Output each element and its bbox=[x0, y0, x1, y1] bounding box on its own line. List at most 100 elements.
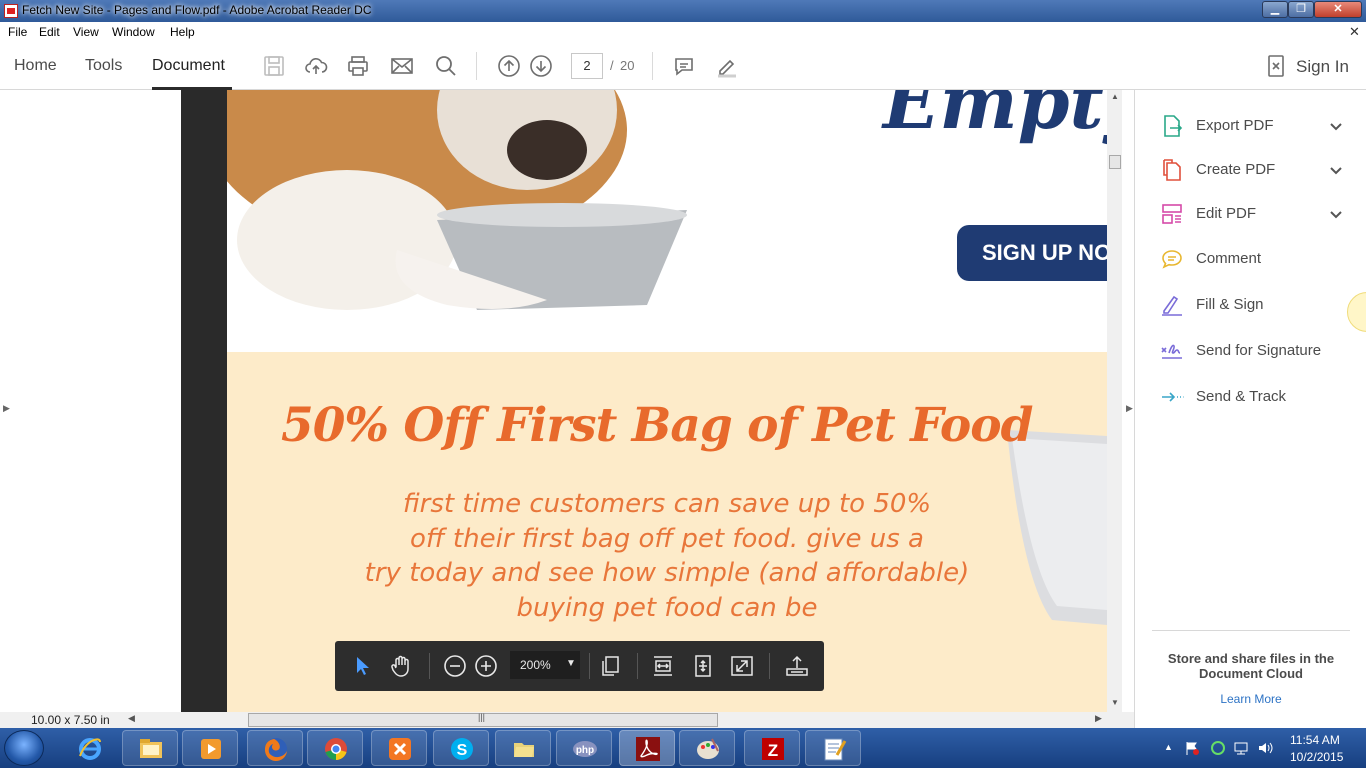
print-icon[interactable] bbox=[346, 54, 370, 78]
select-cursor-icon[interactable] bbox=[351, 654, 375, 678]
tab-tools[interactable]: Tools bbox=[85, 57, 122, 75]
menu-view[interactable]: View bbox=[73, 25, 99, 39]
close-document-icon[interactable]: ✕ bbox=[1349, 24, 1360, 40]
sync-icon[interactable] bbox=[1210, 740, 1226, 756]
page-number-input[interactable]: 2 bbox=[571, 53, 603, 79]
window-title-bar: Fetch New Site - Pages and Flow.pdf - Ad… bbox=[0, 0, 1366, 22]
right-pane-divider bbox=[1152, 630, 1350, 631]
paint-icon bbox=[694, 735, 722, 763]
float-separator bbox=[769, 653, 770, 679]
clock-date[interactable]: 10/2/2015 bbox=[1290, 750, 1343, 764]
show-hidden-icons-icon[interactable]: ▲ bbox=[1164, 742, 1173, 752]
taskbar-php[interactable]: php bbox=[556, 730, 612, 766]
scroll-right-arrow-icon[interactable]: ▶ bbox=[1095, 713, 1102, 724]
tool-label: Export PDF bbox=[1196, 117, 1274, 134]
page-size-readout: 10.00 x 7.50 in bbox=[31, 713, 110, 727]
menu-window[interactable]: Window bbox=[112, 25, 155, 39]
toolbar-separator bbox=[476, 52, 477, 80]
menu-bar: File Edit View Window Help ✕ bbox=[0, 22, 1366, 42]
fill-sign-icon bbox=[1160, 293, 1184, 317]
page-view-icon[interactable] bbox=[598, 654, 622, 678]
network-icon[interactable] bbox=[1233, 740, 1249, 756]
comment-icon[interactable] bbox=[672, 54, 696, 78]
taskbar-paint[interactable] bbox=[679, 730, 735, 766]
menu-help[interactable]: Help bbox=[170, 25, 195, 39]
vertical-scroll-thumb[interactable] bbox=[1109, 155, 1121, 169]
left-pane-toggle-icon[interactable]: ▶ bbox=[3, 403, 10, 414]
taskbar-notepad[interactable] bbox=[805, 730, 861, 766]
share-upload-icon[interactable] bbox=[785, 654, 809, 678]
create-pdf-icon bbox=[1160, 158, 1184, 182]
minimize-button[interactable]: ▁ bbox=[1262, 1, 1288, 18]
tab-document[interactable]: Document bbox=[152, 57, 225, 75]
clock-time[interactable]: 11:54 AM bbox=[1290, 733, 1340, 747]
promo-body-line-3: try today and see how simple (and afford… bbox=[364, 558, 970, 588]
zoom-out-icon[interactable] bbox=[443, 654, 467, 678]
right-pane-toggle-icon[interactable]: ▶ bbox=[1126, 403, 1133, 414]
vertical-scrollbar[interactable] bbox=[1107, 90, 1122, 712]
float-separator bbox=[589, 653, 590, 679]
taskbar-firefox[interactable] bbox=[247, 730, 303, 766]
search-icon[interactable] bbox=[434, 54, 458, 78]
tool-label: Send for Signature bbox=[1196, 342, 1322, 359]
tour-hint-bubble[interactable] bbox=[1347, 292, 1366, 332]
chevron-down-icon[interactable] bbox=[1328, 206, 1344, 222]
chevron-down-icon[interactable]: ▼ bbox=[566, 658, 576, 669]
sign-in-link[interactable]: Sign In bbox=[1296, 57, 1349, 77]
menu-file[interactable]: File bbox=[8, 25, 27, 39]
tool-label: Create PDF bbox=[1196, 161, 1276, 178]
chevron-down-icon[interactable] bbox=[1328, 162, 1344, 178]
chevron-down-icon[interactable] bbox=[1328, 118, 1344, 134]
taskbar-xampp[interactable] bbox=[371, 730, 427, 766]
edit-pdf-icon bbox=[1160, 202, 1184, 226]
taskbar-media-player[interactable] bbox=[182, 730, 238, 766]
taskbar-acrobat[interactable] bbox=[619, 730, 675, 766]
taskbar-file-explorer[interactable] bbox=[122, 730, 178, 766]
chrome-icon bbox=[322, 735, 350, 763]
email-icon[interactable] bbox=[390, 54, 414, 78]
page-down-icon[interactable] bbox=[529, 54, 553, 78]
sign-up-now-button: SIGN UP NO bbox=[957, 225, 1107, 281]
hand-pan-icon[interactable] bbox=[389, 654, 413, 678]
learn-more-link[interactable]: Learn More bbox=[1152, 692, 1350, 706]
filezilla-icon: Z bbox=[759, 735, 787, 763]
scroll-up-arrow-icon[interactable]: ▲ bbox=[1111, 92, 1119, 101]
cloud-promo-text: Store and share files in the Document Cl… bbox=[1167, 651, 1335, 681]
comment-icon bbox=[1160, 247, 1184, 271]
tool-label: Send & Track bbox=[1196, 388, 1287, 405]
taskbar-skype[interactable]: S bbox=[433, 730, 489, 766]
send-track-icon bbox=[1160, 385, 1184, 409]
scroll-left-arrow-icon[interactable]: ◀ bbox=[128, 713, 135, 724]
action-center-flag-icon[interactable] bbox=[1184, 740, 1200, 756]
promo-body-line-2: off their first bag off pet food. give u… bbox=[410, 524, 924, 554]
save-icon[interactable] bbox=[262, 54, 286, 78]
volume-icon[interactable] bbox=[1257, 740, 1273, 756]
taskbar-filezilla[interactable]: Z bbox=[744, 730, 800, 766]
taskbar-folder[interactable] bbox=[495, 730, 551, 766]
maximize-button[interactable]: ❐ bbox=[1288, 1, 1314, 18]
promo-body-line-1: first time customers can save up to 50% bbox=[402, 489, 932, 519]
scroll-down-arrow-icon[interactable]: ▼ bbox=[1111, 698, 1119, 707]
promo-headline: 50% Off First Bag of Pet Food bbox=[281, 398, 1033, 453]
sign-in-icon[interactable] bbox=[1264, 54, 1288, 78]
tab-home[interactable]: Home bbox=[14, 57, 57, 75]
media-player-icon bbox=[197, 735, 225, 763]
upload-cloud-icon[interactable] bbox=[304, 54, 328, 78]
taskbar-internet-explorer[interactable] bbox=[62, 730, 118, 766]
fit-width-icon[interactable] bbox=[651, 654, 675, 678]
zoom-in-icon[interactable] bbox=[474, 654, 498, 678]
tool-label: Comment bbox=[1196, 250, 1262, 267]
page-up-icon[interactable] bbox=[497, 54, 521, 78]
folder-icon bbox=[510, 735, 538, 763]
full-screen-icon[interactable] bbox=[730, 654, 754, 678]
internet-explorer-icon bbox=[76, 734, 104, 762]
float-separator bbox=[429, 653, 430, 679]
php-icon: php bbox=[571, 735, 599, 763]
fit-page-icon[interactable] bbox=[691, 654, 715, 678]
promo-body-line-4: buying pet food can be bbox=[516, 593, 818, 623]
start-button[interactable] bbox=[4, 730, 44, 766]
taskbar-chrome[interactable] bbox=[307, 730, 363, 766]
menu-edit[interactable]: Edit bbox=[39, 25, 60, 39]
highlight-pen-icon[interactable] bbox=[715, 54, 739, 78]
close-window-button[interactable]: ✕ bbox=[1314, 1, 1362, 18]
